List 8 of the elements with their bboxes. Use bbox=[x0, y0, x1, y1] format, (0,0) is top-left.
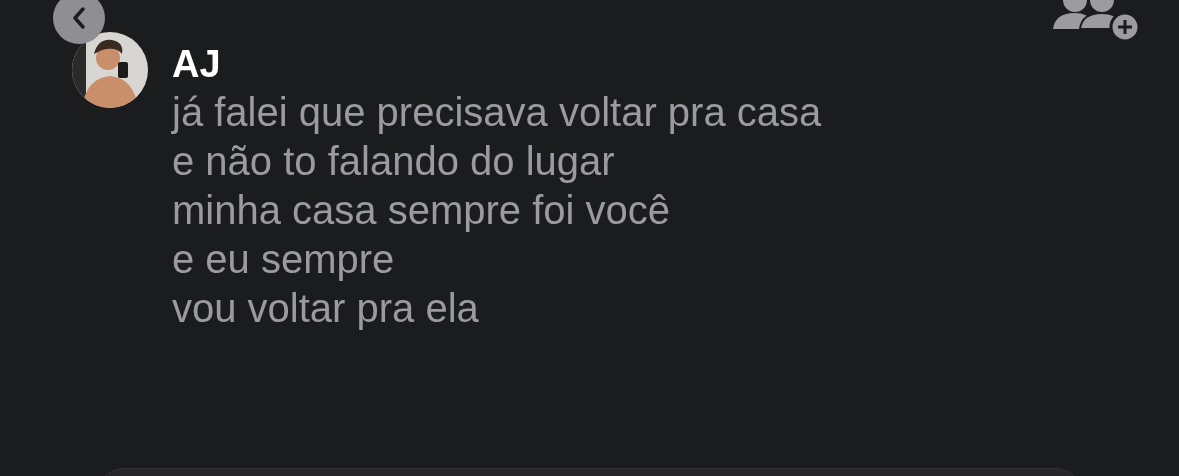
message-text: e não to falando do lugar bbox=[172, 138, 616, 185]
message-text: e eu sempre bbox=[172, 236, 396, 283]
message-text: vou voltar pra ela bbox=[172, 285, 480, 332]
back-button[interactable] bbox=[53, 0, 105, 44]
message-text: minha casa sempre foi você bbox=[172, 187, 671, 234]
chevron-left-icon bbox=[71, 6, 87, 30]
sender-name: AJ bbox=[172, 42, 222, 87]
message-text: já falei que precisava voltar pra casa bbox=[172, 89, 822, 136]
